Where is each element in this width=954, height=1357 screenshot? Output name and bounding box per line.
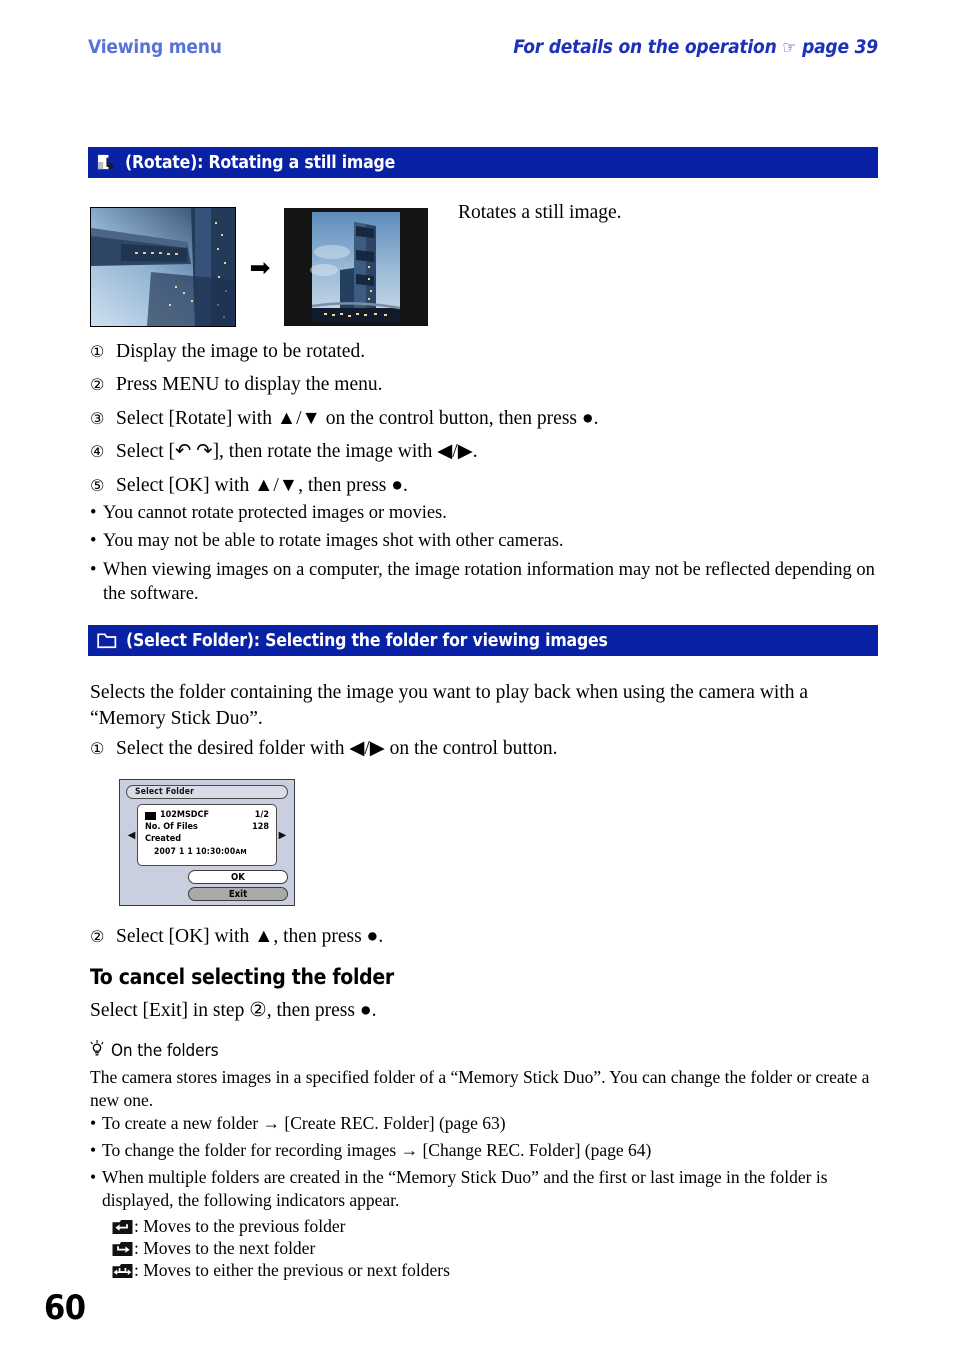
step-number: ④ <box>90 442 105 462</box>
indicator-text: : Moves to either the previous or next f… <box>134 1260 450 1281</box>
photo-after-rotation <box>284 208 428 326</box>
lightbulb-icon <box>90 1040 104 1062</box>
folder-previous-icon <box>112 1219 133 1235</box>
folder-solid-icon <box>145 811 156 820</box>
lcd-ok-button[interactable]: OK <box>188 870 288 884</box>
lcd-title-bar: Select Folder <box>126 785 288 799</box>
step-item: ③ Select [Rotate] with ▲/▼ on the contro… <box>90 407 890 432</box>
lcd-files-value: 128 <box>252 821 269 832</box>
running-head-page-ref: page 39 <box>802 36 878 58</box>
list-item-text: You cannot rotate protected images or mo… <box>103 503 447 523</box>
lcd-folder-row: 102MSDCF 1/2 <box>145 810 269 822</box>
bullet-marker: • <box>90 1140 97 1161</box>
step-item: ④ Select [↶ ↷], then rotate the image wi… <box>90 440 890 465</box>
step-text: Select [OK] with ▲, then press ●. <box>116 926 384 947</box>
list-item: • When viewing images on a computer, the… <box>90 558 890 607</box>
running-head-right: For details on the operation ☞ page 39 <box>513 36 878 58</box>
step-item: ① Display the image to be rotated. <box>90 340 890 365</box>
step-number: ⑤ <box>90 475 105 495</box>
lcd-folder-index: 1/2 <box>254 810 269 820</box>
step-item: ⑤ Select [OK] with ▲/▼, then press ●. <box>90 474 890 499</box>
indicator-next-folder: : Moves to the next folder <box>112 1238 890 1259</box>
indicator-text: : Moves to the next folder <box>134 1238 316 1259</box>
indicator-previous-next-folder: : Moves to either the previous or next f… <box>112 1260 890 1281</box>
step-number: ① <box>90 739 105 758</box>
lcd-previous-arrow-icon[interactable]: ◀ <box>126 804 137 866</box>
select-folder-step-2: ② Select [OK] with ▲, then press ●. <box>90 925 890 958</box>
step-number: ③ <box>90 408 105 428</box>
step-item: ② Press MENU to display the menu. <box>90 373 890 398</box>
rotate-image-icon <box>97 153 116 172</box>
step-number: ② <box>90 927 105 946</box>
lcd-created-date-value: 2007 1 1 10:30:00 <box>154 846 236 857</box>
tip-body-text: The camera stores images in a specified … <box>90 1067 870 1110</box>
list-item: • You may not be able to rotate images s… <box>90 529 890 553</box>
lcd-buttons: OK Exit <box>126 870 288 901</box>
pointing-hand-icon: ☞ <box>782 37 797 58</box>
lcd-folder-name: 102MSDCF <box>160 810 209 820</box>
rotate-description: Rotates a still image. <box>458 202 622 223</box>
tip-heading: On the folders <box>90 1040 219 1062</box>
list-item: • When multiple folders are created in t… <box>90 1166 890 1212</box>
list-item: • To change the folder for recording ima… <box>90 1139 890 1162</box>
indicator-previous-folder: : Moves to the previous folder <box>112 1216 890 1237</box>
list-item-text: When viewing images on a computer, the i… <box>103 559 875 605</box>
running-head-right-pre: For details on the operation <box>513 36 777 58</box>
page-number: 60 <box>44 1288 86 1328</box>
lcd-next-arrow-icon[interactable]: ▶ <box>277 804 288 866</box>
step-item: ② Select [OK] with ▲, then press ●. <box>90 925 890 950</box>
lcd-created-label: Created <box>145 833 182 844</box>
folder-previous-next-icon <box>112 1263 133 1279</box>
step-text: Select [OK] with ▲/▼, then press ●. <box>116 474 408 496</box>
select-folder-intro: Selects the folder containing the image … <box>90 682 809 729</box>
rotate-steps-list: ① Display the image to be rotated. ② Pre… <box>90 340 890 507</box>
lcd-created-date: 2007 1 1 10:30:00AM <box>145 846 269 859</box>
step-text: Select the desired folder with ◀/▶ on th… <box>116 738 558 759</box>
section-banner-rotate: (Rotate): Rotating a still image <box>88 147 878 178</box>
folder-icon <box>97 632 117 649</box>
step-number: ② <box>90 375 105 395</box>
cancel-section-heading: To cancel selecting the folder <box>90 965 394 989</box>
select-folder-step-1: ① Select the desired folder with ◀/▶ on … <box>90 737 890 770</box>
step-text: Press MENU to display the menu. <box>116 374 383 396</box>
bullet-marker: • <box>90 1113 97 1133</box>
running-head-left: Viewing menu <box>88 36 222 58</box>
lcd-files-row: No. Of Files 128 <box>145 822 269 834</box>
lcd-created-ampm: AM <box>235 847 247 856</box>
tip-bullet-list: • To create a new folder → [Create REC. … <box>90 1112 890 1282</box>
lcd-folder-info-panel: 102MSDCF 1/2 No. Of Files 128 Created 20… <box>137 804 277 866</box>
rotation-arrow-icon: ➡ <box>249 252 271 282</box>
bullet-marker: • <box>90 1167 97 1188</box>
list-item-text: To change the folder for recording image… <box>102 1140 652 1161</box>
camera-lcd-select-folder-dialog: Select Folder ◀ 102MSDCF 1/2 No. Of File… <box>119 779 295 906</box>
step-item: ① Select the desired folder with ◀/▶ on … <box>90 737 890 762</box>
cancel-section-text: Select [Exit] in step ②, then press ●. <box>90 1000 377 1021</box>
step-text: Select [↶ ↷], then rotate the image with… <box>116 441 478 463</box>
rotate-notes-list: • You cannot rotate protected images or … <box>90 501 890 611</box>
step-number: ① <box>90 342 105 361</box>
photo-before-rotation <box>90 207 236 327</box>
section-banner-select-folder: (Select Folder): Selecting the folder fo… <box>88 625 878 656</box>
section-banner-rotate-title: (Rotate): Rotating a still image <box>125 152 396 173</box>
folder-next-icon <box>112 1241 133 1257</box>
step-text: Display the image to be rotated. <box>116 341 366 362</box>
bullet-marker: • <box>90 559 97 580</box>
bullet-marker: • <box>90 531 97 552</box>
page-header: Viewing menu For details on the operatio… <box>88 36 878 58</box>
list-item-text: To create a new folder → [Create REC. Fo… <box>102 1113 506 1133</box>
lcd-created-row: Created <box>145 834 269 846</box>
list-item-text: You may not be able to rotate images sho… <box>103 531 564 552</box>
tip-heading-text: On the folders <box>111 1041 219 1061</box>
list-item: • To create a new folder → [Create REC. … <box>90 1112 890 1135</box>
bullet-marker: • <box>90 503 97 523</box>
section-banner-select-folder-title: (Select Folder): Selecting the folder fo… <box>126 630 608 651</box>
lcd-files-label: No. Of Files <box>145 821 198 832</box>
list-item: • You cannot rotate protected images or … <box>90 501 890 525</box>
lcd-exit-button[interactable]: Exit <box>188 887 288 901</box>
rotate-example-figure: ➡ <box>90 207 428 327</box>
list-item-text: When multiple folders are created in the… <box>102 1167 828 1211</box>
indicator-text: : Moves to the previous folder <box>134 1216 346 1237</box>
lcd-body: ◀ 102MSDCF 1/2 No. Of Files 128 Created … <box>126 804 288 866</box>
step-text: Select [Rotate] with ▲/▼ on the control … <box>116 407 599 429</box>
